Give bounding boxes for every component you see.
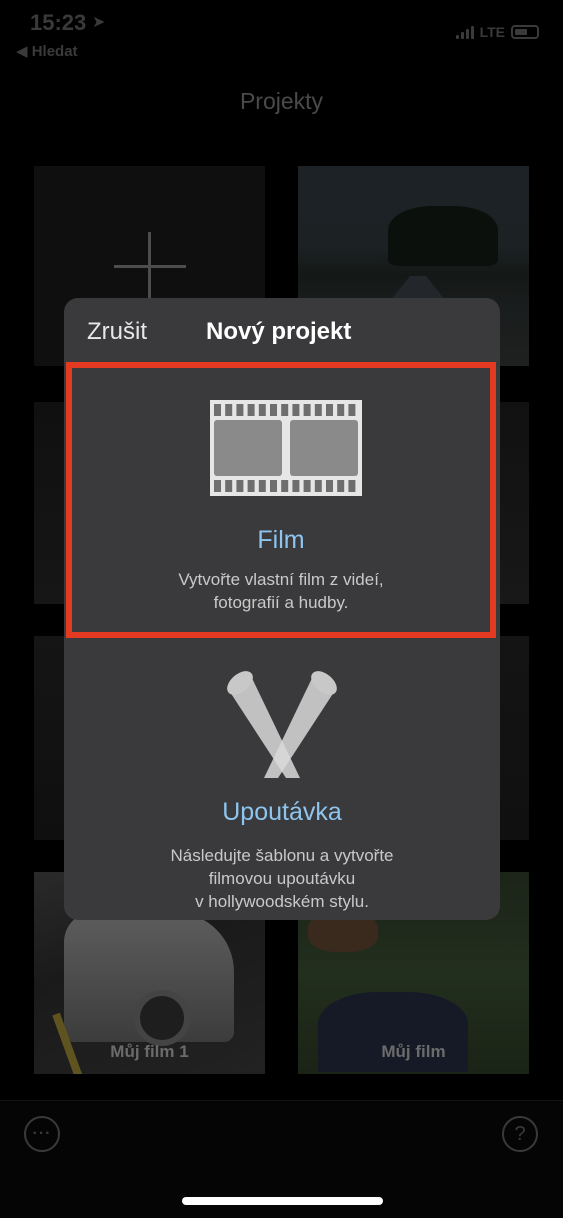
sprocket-hole [236, 480, 244, 492]
sprocket-hole [281, 404, 289, 416]
status-bar: 15:23 ➤ ◀ Hledat LTE [0, 0, 563, 70]
status-indicators: LTE [455, 24, 539, 40]
sprocket-hole [292, 480, 300, 492]
plus-icon-vertical [148, 232, 151, 304]
film-strip-icon [210, 400, 362, 496]
option-trailer-title: Upoutávka [222, 798, 342, 826]
home-indicator [182, 1197, 383, 1205]
back-to-search-link[interactable]: ◀ Hledat [16, 42, 78, 60]
question-icon[interactable]: ? [502, 1116, 538, 1152]
project-label: Můj film 1 [110, 1042, 189, 1061]
description-line: Vytvořte vlastní film z videí, [178, 570, 384, 589]
sprocket-hole [326, 404, 333, 416]
sprocket-hole [247, 480, 255, 492]
sheet-header: Zrušit Nový projekt [64, 298, 500, 360]
sprocket-hole [337, 404, 345, 416]
sprocket-hole [292, 404, 300, 416]
ellipsis-icon[interactable]: ··· [24, 1116, 60, 1152]
signal-icon [455, 25, 474, 39]
description-line: v hollywoodském stylu. [195, 892, 369, 911]
project-label: Můj film [381, 1042, 446, 1061]
sprocket-hole [326, 480, 333, 492]
sheet-title: Nový projekt [206, 318, 352, 345]
option-film[interactable]: Film Vytvořte vlastní film z videí, foto… [66, 362, 496, 638]
sprocket-hole [270, 404, 277, 416]
sprocket-hole [303, 480, 311, 492]
option-film-description: Vytvořte vlastní film z videí, fotografi… [72, 568, 490, 614]
sprocket-hole [214, 404, 221, 416]
sprocket-hole [225, 480, 233, 492]
sprocket-hole [236, 404, 244, 416]
sprocket-hole [258, 404, 266, 416]
sprocket-hole [225, 404, 233, 416]
spotlights-icon [227, 671, 337, 778]
sprocket-hole [303, 404, 311, 416]
new-project-sheet: Zrušit Nový projekt Film Vytvořte vlastn… [64, 298, 500, 920]
sprocket-hole [348, 480, 356, 492]
status-time: 15:23 [30, 10, 87, 35]
cancel-button[interactable]: Zrušit [87, 318, 147, 346]
battery-icon [511, 25, 539, 39]
page-title: Projekty [239, 88, 324, 114]
sprocket-hole [314, 480, 322, 492]
sprocket-hole [281, 480, 289, 492]
sprocket-hole [247, 404, 255, 416]
sprocket-hole [214, 480, 221, 492]
sprocket-hole [314, 404, 322, 416]
location-arrow-icon: ➤ [92, 14, 106, 31]
network-type: LTE [479, 24, 505, 40]
sprocket-hole [270, 480, 277, 492]
sprocket-hole [348, 404, 356, 416]
sprocket-hole [337, 480, 345, 492]
thumbnail-trees [388, 206, 498, 266]
option-film-title: Film [257, 526, 305, 554]
description-line: Následujte šablonu a vytvořte [170, 846, 394, 865]
description-line: filmovou upoutávku [208, 869, 356, 888]
option-trailer[interactable]: Upoutávka Následujte šablonu a vytvořte … [64, 644, 500, 920]
thumbnail-wheel [134, 990, 190, 1046]
option-trailer-description: Následujte šablonu a vytvořte filmovou u… [64, 844, 500, 913]
sprocket-hole [258, 480, 266, 492]
description-line: fotografií a hudby. [213, 593, 349, 612]
